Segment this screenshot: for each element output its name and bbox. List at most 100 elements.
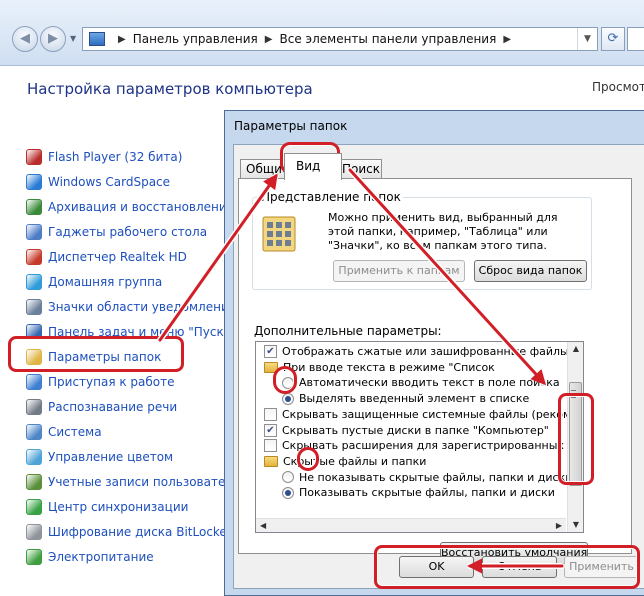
control-panel-item[interactable]: Шифрование диска BitLocker (26, 519, 248, 544)
back-button[interactable]: ◀ (12, 26, 38, 52)
control-panel-item[interactable]: Архивация и восстановление (26, 194, 248, 219)
homegroup-icon (26, 273, 42, 290)
color-icon (26, 448, 42, 465)
advanced-setting-label: Автоматически вводить текст в поле поиск… (299, 376, 560, 390)
control-panel-item[interactable]: Диспетчер Realtek HD (26, 244, 248, 269)
gadgets-icon (26, 223, 42, 240)
cardspace-icon (26, 173, 42, 190)
users-icon (26, 473, 42, 490)
control-panel-item-label: Центр синхронизации (48, 499, 189, 514)
unchecked-checkbox-icon[interactable] (264, 439, 277, 453)
scroll-left-icon[interactable]: ◀ (260, 521, 266, 530)
speech-icon (26, 398, 42, 415)
tab-view[interactable]: Вид (284, 153, 342, 180)
control-panel-item[interactable]: Значки области уведомлений (26, 294, 248, 319)
scroll-down-icon[interactable]: ▼ (568, 518, 583, 532)
radio-icon[interactable] (282, 471, 294, 484)
realtek-icon (26, 248, 42, 265)
folder-views-icon (262, 216, 296, 252)
forward-button[interactable]: ▶ (40, 26, 66, 52)
control-panel-item-label: Flash Player (32 бита) (48, 149, 183, 164)
control-panel-item-label: Система (48, 424, 102, 439)
bitlocker-icon (26, 523, 42, 540)
advanced-setting-folder: При вводе текста в режиме "Список (264, 360, 495, 375)
refresh-button[interactable]: ⟳ (601, 27, 625, 51)
control-panel-item-label: Распознавание речи (48, 399, 178, 414)
explorer-toolbar: ◀ ▶ ▼ ▶ Панель управления ▶ Все элементы… (0, 0, 644, 66)
breadcrumb-separator-icon[interactable]: ▶ (118, 34, 126, 45)
scroll-up-icon[interactable]: ▲ (568, 342, 583, 356)
highlight-scrollbar (558, 393, 594, 485)
flash-icon (26, 148, 42, 165)
selected-radio-icon[interactable] (282, 486, 294, 499)
recent-pages-dropdown-icon[interactable]: ▼ (70, 34, 76, 43)
highlight-folder-options (8, 336, 184, 372)
advanced-setting-label: Выделять введенный элемент в списке (299, 392, 530, 406)
control-panel-item-label: Windows CardSpace (48, 174, 171, 189)
control-panel-item[interactable]: Распознавание речи (26, 394, 248, 419)
checked-checkbox-icon[interactable]: ✔ (264, 423, 277, 437)
advanced-setting-radio[interactable]: Не показывать скрытые файлы, папки и дис… (282, 470, 572, 485)
advanced-setting-label: Показывать скрытые файлы, папки и диски (299, 486, 555, 500)
control-panel-item-label: Приступая к работе (48, 374, 175, 389)
folder-icon (264, 455, 278, 467)
advanced-setting-checkbox[interactable]: Скрывать защищенные системные файлы (рек… (264, 407, 583, 422)
dialog-body: Общие Вид Поиск Представление папок Можн… (233, 144, 644, 589)
search-input[interactable] (627, 27, 644, 51)
advanced-setting-checkbox[interactable]: ✔ Скрывать пустые диски в папке "Компьюте… (264, 423, 549, 438)
breadcrumb-control-panel[interactable]: Панель управления (133, 32, 258, 46)
control-panel-item[interactable]: Гаджеты рабочего стола (26, 219, 248, 244)
tab-search[interactable]: Поиск (336, 159, 382, 179)
breadcrumb-separator-icon[interactable]: ▶ (265, 34, 273, 45)
highlight-hidden-system-files-checkbox (273, 366, 297, 394)
control-panel-item-label: Домашняя группа (48, 274, 163, 289)
view-tab-panel: Представление папок Можно применить вид,… (238, 178, 632, 564)
sync-icon (26, 498, 42, 515)
address-bar[interactable]: ▶ Панель управления ▶ Все элементы панел… (82, 27, 598, 51)
control-panel-item[interactable]: Учетные записи пользователей (26, 469, 248, 494)
control-panel-item[interactable]: Управление цветом (26, 444, 248, 469)
control-panel-item-label: Учетные записи пользователей (48, 474, 249, 489)
address-history-dropdown-icon[interactable]: ▼ (577, 28, 597, 50)
control-panel-item[interactable]: Приступая к работе (26, 369, 248, 394)
advanced-setting-label: Скрывать пустые диски в папке "Компьютер… (282, 423, 549, 437)
control-panel-item[interactable]: Центр синхронизации (26, 494, 248, 519)
reset-folders-button[interactable]: Сброс вида папок (474, 260, 587, 282)
advanced-setting-label: Скрывать защищенные системные файлы (рек… (282, 407, 583, 421)
advanced-setting-label: Не показывать скрытые файлы, папки и дис… (299, 470, 573, 484)
control-panel-item[interactable]: Flash Player (32 бита) (26, 144, 248, 169)
unchecked-checkbox-icon[interactable] (264, 407, 277, 421)
advanced-setting-radio[interactable]: Выделять введенный элемент в списке (282, 391, 529, 406)
control-panel-item-label: Гаджеты рабочего стола (48, 224, 208, 239)
scroll-right-icon[interactable]: ▶ (556, 521, 562, 530)
view-by-label[interactable]: Просмот (592, 80, 644, 94)
control-panel-icon (89, 32, 105, 46)
system-icon (26, 423, 42, 440)
getting-started-icon (26, 373, 42, 390)
apply-to-folders-button[interactable]: Применить к папкам (333, 260, 465, 282)
advanced-setting-checkbox[interactable]: ✔ Отображать сжатые или зашифрованные фай… (264, 344, 584, 359)
control-panel-item[interactable]: Домашняя группа (26, 269, 248, 294)
control-panel-item[interactable]: Windows CardSpace (26, 169, 248, 194)
folder-views-group: Представление папок Можно применить вид,… (252, 190, 592, 290)
screenshot-root: ◀ ▶ ▼ ▶ Панель управления ▶ Все элементы… (0, 0, 644, 596)
advanced-setting-radio[interactable]: Автоматически вводить текст в поле поиск… (282, 375, 560, 390)
control-panel-item[interactable]: Электропитание (26, 544, 248, 569)
advanced-setting-label: Скрывать расширения для зарегистрированн… (282, 439, 583, 453)
control-panel-item-label: Архивация и восстановление (48, 199, 235, 214)
advanced-setting-folder: Скрытые файлы и папки (264, 454, 426, 469)
advanced-settings-label: Дополнительные параметры: (254, 324, 442, 338)
page-title: Настройка параметров компьютера (27, 80, 313, 98)
control-panel-item[interactable]: Система (26, 419, 248, 444)
breadcrumb-separator-icon[interactable]: ▶ (503, 34, 511, 45)
power-icon (26, 548, 42, 565)
advanced-setting-radio[interactable]: Показывать скрытые файлы, папки и диски (282, 485, 555, 500)
notification-icons-icon (26, 298, 42, 315)
selected-radio-icon[interactable] (282, 392, 294, 405)
advanced-setting-label: Отображать сжатые или зашифрованные файл… (282, 345, 584, 358)
horizontal-scrollbar[interactable]: ◀ ▶ (256, 518, 566, 532)
breadcrumb-all-items[interactable]: Все элементы панели управления (279, 32, 496, 46)
control-panel-item-label: Управление цветом (48, 449, 174, 464)
checked-checkbox-icon[interactable]: ✔ (264, 345, 277, 358)
folder-options-dialog: Параметры папок Общие Вид Поиск Представ… (224, 110, 644, 596)
